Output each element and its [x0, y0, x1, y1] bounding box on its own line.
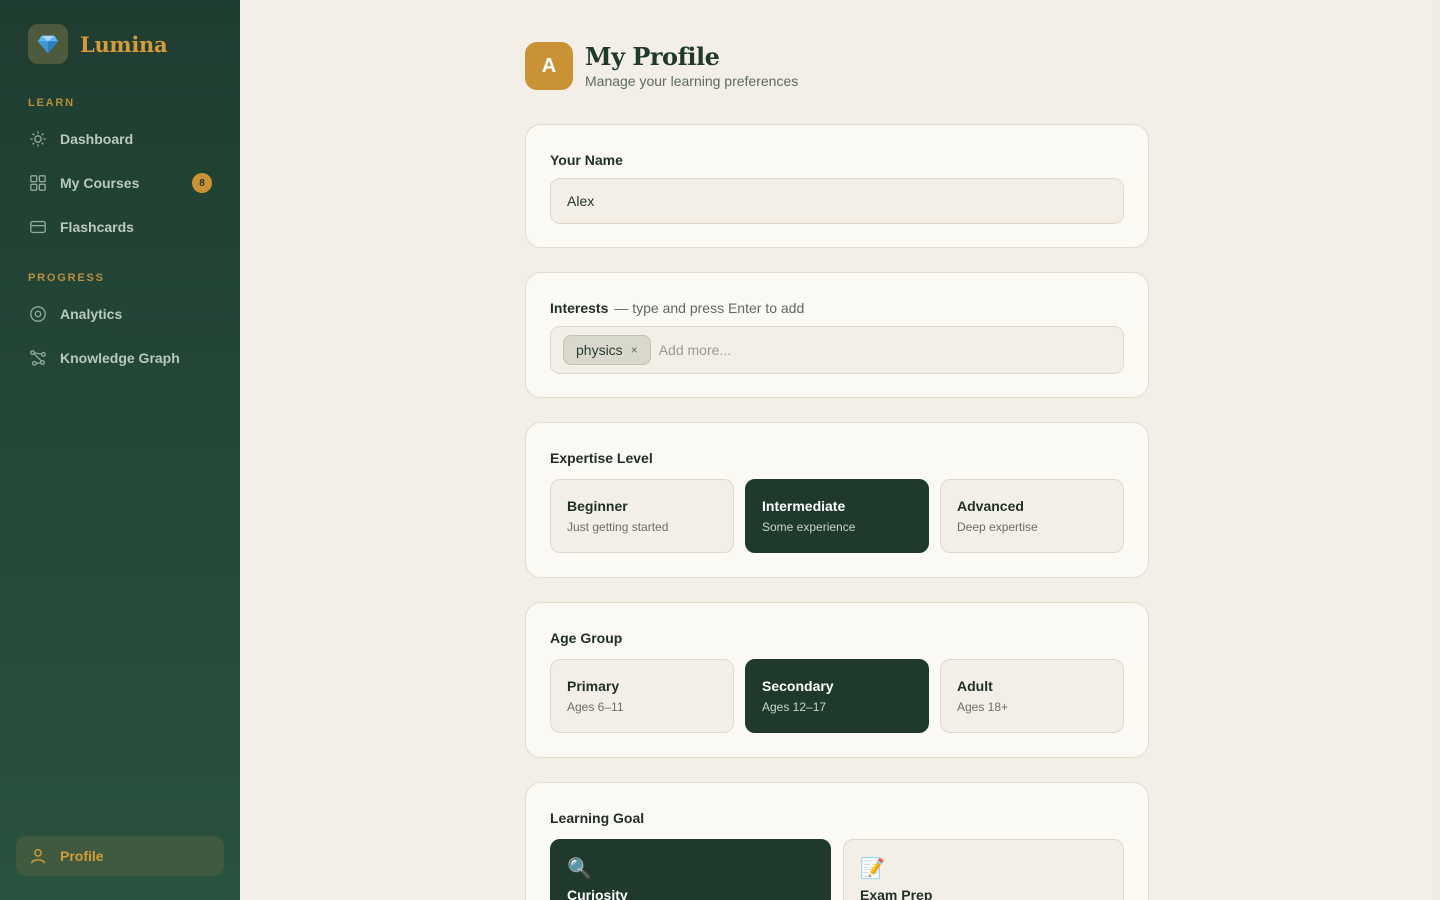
page-title: My Profile	[585, 42, 720, 71]
interest-tag-label: physics	[576, 342, 623, 358]
sidebar-item-my-courses[interactable]: My Courses 8	[16, 163, 224, 203]
option-desc: Ages 12–17	[762, 700, 827, 714]
expertise-option-advanced[interactable]: Advanced Deep expertise	[940, 479, 1124, 553]
interests-hint: — type and press Enter to add	[614, 300, 805, 316]
sidebar-item-dashboard[interactable]: Dashboard	[16, 119, 224, 159]
goal-option-curiosity[interactable]: 🔍 Curiosity	[550, 839, 831, 900]
target-icon	[28, 304, 48, 324]
sidebar-item-label: Analytics	[60, 306, 123, 322]
expertise-label: Expertise Level	[550, 450, 653, 466]
option-desc: Ages 18+	[957, 700, 1009, 714]
option-title: Exam Prep	[860, 887, 933, 900]
interests-label: Interests — type and press Enter to add	[550, 300, 804, 316]
remove-tag-icon[interactable]: ×	[631, 343, 638, 357]
option-desc: Just getting started	[567, 520, 669, 534]
option-desc: Deep expertise	[957, 520, 1038, 534]
option-desc: Some experience	[762, 520, 856, 534]
option-title: Intermediate	[762, 498, 846, 514]
goal-option-exam-prep[interactable]: 📝 Exam Prep	[843, 839, 1124, 900]
learning-goal-label: Learning Goal	[550, 810, 645, 826]
age-group-card: Age Group Primary Ages 6–11 Secondary Ag…	[525, 602, 1149, 758]
courses-count-badge: 8	[192, 173, 212, 193]
age-option-adult[interactable]: Adult Ages 18+	[940, 659, 1124, 733]
magnifier-icon: 🔍	[567, 858, 592, 880]
sidebar-item-label: Dashboard	[60, 131, 134, 147]
option-title: Beginner	[567, 498, 628, 514]
option-title: Advanced	[957, 498, 1024, 514]
sun-icon	[28, 129, 48, 149]
expertise-card: Expertise Level Beginner Just getting st…	[525, 422, 1149, 578]
sidebar-item-label: Profile	[60, 848, 104, 864]
age-group-label: Age Group	[550, 630, 623, 646]
gem-icon	[28, 24, 68, 64]
interests-title: Interests	[550, 300, 609, 316]
option-title: Secondary	[762, 678, 834, 694]
learning-goal-card: Learning Goal 🔍 Curiosity 📝 Exam Prep	[525, 782, 1149, 900]
memo-icon: 📝	[860, 858, 885, 880]
option-title: Primary	[567, 678, 620, 694]
sidebar-item-profile[interactable]: Profile	[16, 836, 224, 876]
expertise-option-intermediate[interactable]: Intermediate Some experience	[745, 479, 929, 553]
age-option-primary[interactable]: Primary Ages 6–11	[550, 659, 734, 733]
sidebar-item-analytics[interactable]: Analytics	[16, 294, 224, 334]
name-card: Your Name Alex	[525, 124, 1149, 248]
brand-name: Lumina	[80, 31, 168, 57]
section-label-progress: PROGRESS	[28, 272, 105, 284]
graph-icon	[28, 348, 48, 368]
interest-tag: physics ×	[563, 335, 651, 365]
age-option-secondary[interactable]: Secondary Ages 12–17	[745, 659, 929, 733]
sidebar-item-label: Flashcards	[60, 219, 134, 235]
option-desc: Ages 6–11	[567, 700, 624, 714]
sidebar-item-label: Knowledge Graph	[60, 350, 180, 366]
sidebar: Lumina LEARN Dashboard My Courses 8 Flas…	[0, 0, 240, 900]
sidebar-item-knowledge-graph[interactable]: Knowledge Graph	[16, 338, 224, 378]
interests-add-input[interactable]: Add more...	[659, 342, 731, 358]
sidebar-item-label: My Courses	[60, 175, 140, 191]
expertise-option-beginner[interactable]: Beginner Just getting started	[550, 479, 734, 553]
sidebar-item-flashcards[interactable]: Flashcards	[16, 207, 224, 247]
grid-icon	[28, 173, 48, 193]
section-label-learn: LEARN	[28, 97, 75, 109]
option-title: Curiosity	[567, 887, 628, 900]
interests-card: Interests — type and press Enter to add p…	[525, 272, 1149, 398]
card-icon	[28, 217, 48, 237]
page-header: A My Profile Manage your learning prefer…	[525, 42, 798, 90]
name-input[interactable]: Alex	[550, 178, 1124, 224]
avatar[interactable]: A	[525, 42, 573, 90]
interests-input[interactable]: physics × Add more...	[550, 326, 1124, 374]
page-scrollbar[interactable]	[1432, 0, 1440, 900]
user-icon	[28, 846, 48, 866]
brand[interactable]: Lumina	[28, 24, 168, 64]
name-label: Your Name	[550, 152, 623, 168]
page-subtitle: Manage your learning preferences	[585, 73, 799, 89]
option-title: Adult	[957, 678, 993, 694]
